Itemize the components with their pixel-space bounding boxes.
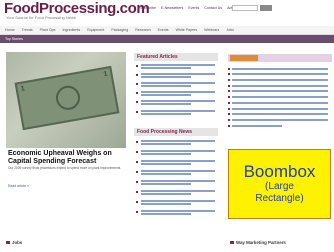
sidebar-link[interactable] xyxy=(228,119,328,121)
nav-item-jobs[interactable]: Jobs xyxy=(226,28,234,32)
ad-label: Boombox xyxy=(243,162,316,181)
breadcrumb: Top Stories xyxy=(0,35,334,43)
sidebar-link[interactable] xyxy=(228,113,328,115)
featured-articles-title: Featured Articles xyxy=(137,53,178,60)
sidebar-link[interactable] xyxy=(228,90,328,92)
main-nav: Home Trends Plant Ops Ingredients Equipm… xyxy=(0,26,334,35)
nav-item-plant-ops[interactable]: Plant Ops xyxy=(40,28,56,32)
feature-read-more-link[interactable]: Read article » xyxy=(8,184,29,188)
news-item-link[interactable] xyxy=(136,170,216,175)
nav-item-webinars[interactable]: Webinars xyxy=(204,28,219,32)
dollar-bill-icon: 1 1 xyxy=(14,65,120,131)
nav-item-packaging[interactable]: Packaging xyxy=(111,28,128,32)
nav-item-ingredients[interactable]: Ingredients xyxy=(62,28,80,32)
news-item-link[interactable] xyxy=(136,200,216,205)
marketing-partners-heading: Way Marketing Partners xyxy=(230,240,286,245)
nav-item-trends[interactable]: Trends xyxy=(22,28,33,32)
news-item-link[interactable] xyxy=(136,180,216,185)
nav-item-research[interactable]: Research xyxy=(135,28,150,32)
ad-sublabel: (Large xyxy=(265,181,294,192)
featured-article-link[interactable] xyxy=(136,91,216,96)
site-tagline: Your Source for Food Processing News xyxy=(6,15,76,20)
featured-article-link[interactable] xyxy=(136,64,216,69)
news-item-link[interactable] xyxy=(136,210,216,215)
top-link-events[interactable]: Events xyxy=(188,6,199,10)
news-item-link[interactable] xyxy=(136,150,216,155)
sidebar-link[interactable] xyxy=(228,73,328,75)
sidebar-link[interactable] xyxy=(228,79,328,81)
food-processing-news-heading: Food Processing News xyxy=(134,128,218,136)
nav-item-home[interactable]: Home xyxy=(5,28,15,32)
featured-article-link[interactable] xyxy=(136,82,216,87)
top-link-enewsletters[interactable]: E-Newsletters xyxy=(161,6,183,10)
news-item-link[interactable] xyxy=(136,160,216,165)
featured-article-link[interactable] xyxy=(136,110,216,115)
top-links: Subscribe E-Newsletters Events Contact U… xyxy=(140,6,242,10)
feature-image[interactable]: 1 1 xyxy=(6,52,126,148)
boombox-ad[interactable]: Boombox (Large Rectangle) xyxy=(228,149,331,219)
featured-article-link[interactable] xyxy=(136,100,216,105)
sidebar-link[interactable] xyxy=(228,68,328,70)
nav-item-equipment[interactable]: Equipment xyxy=(87,28,104,32)
news-title: Food Processing News xyxy=(137,128,193,135)
nav-item-events[interactable]: Events xyxy=(158,28,169,32)
breadcrumb-label: Top Stories xyxy=(5,36,23,41)
feature-summary: Our 2009 survey finds processors expect … xyxy=(8,166,121,170)
featured-articles-heading: Featured Articles xyxy=(134,53,218,61)
sidebar-link[interactable] xyxy=(228,102,328,104)
top-link-contact[interactable]: Contact Us xyxy=(204,6,222,10)
tab-top-stories[interactable] xyxy=(230,55,258,61)
right-sidebar-tabs xyxy=(228,54,332,62)
search-input[interactable] xyxy=(232,5,258,11)
top-link-subscribe[interactable]: Subscribe xyxy=(140,6,156,10)
site-header: FoodProcessing.com Your Source for Food … xyxy=(0,0,334,26)
ad-sublabel-2: Rectangle) xyxy=(255,193,304,204)
jobs-heading: Jobs xyxy=(6,240,22,245)
featured-article-link[interactable] xyxy=(136,73,216,78)
news-item-link[interactable] xyxy=(136,190,216,195)
sidebar-link[interactable] xyxy=(228,85,328,87)
feature-headline[interactable]: Economic Upheaval Weighs on Capital Spen… xyxy=(8,150,133,165)
sidebar-link[interactable] xyxy=(228,96,328,98)
bill-seal-icon xyxy=(54,83,82,112)
sidebar-link[interactable] xyxy=(228,108,328,110)
news-item-link[interactable] xyxy=(136,140,216,145)
sidebar-link[interactable] xyxy=(228,125,282,127)
nav-item-white-papers[interactable]: White Papers xyxy=(176,28,198,32)
search-button[interactable] xyxy=(260,5,272,11)
